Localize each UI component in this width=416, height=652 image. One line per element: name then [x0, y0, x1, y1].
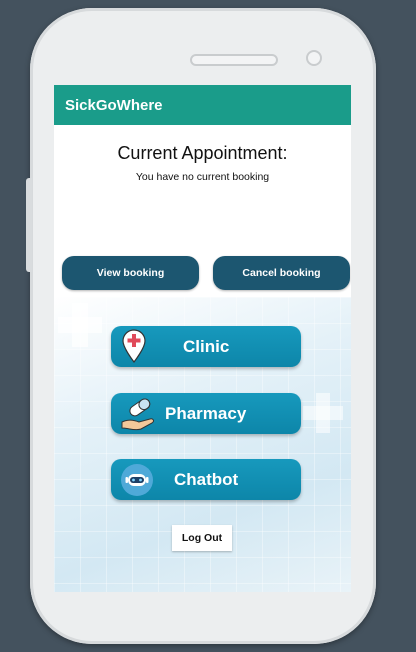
app-title: SickGoWhere	[65, 97, 163, 114]
clinic-label: Clinic	[183, 337, 230, 356]
decorative-cross-horizontal	[58, 317, 102, 333]
pharmacy-button[interactable]: Pharmacy	[111, 393, 301, 434]
phone-camera	[306, 50, 322, 66]
menu-background-panel: Clinic Pharmacy Chatbot Log Out	[54, 297, 351, 592]
app-screen: SickGoWhere Current Appointment: You hav…	[54, 85, 351, 592]
appointment-heading: Current Appointment:	[117, 143, 288, 163]
pharmacy-label: Pharmacy	[165, 404, 247, 423]
cancel-booking-button[interactable]: Cancel booking	[213, 256, 350, 290]
app-bar: SickGoWhere	[54, 85, 351, 125]
phone-speaker	[190, 54, 278, 66]
chatbot-button[interactable]: Chatbot	[111, 459, 301, 500]
clinic-button[interactable]: Clinic	[111, 326, 301, 367]
clinic-pin-icon	[121, 329, 147, 368]
chatbot-icon	[120, 463, 154, 502]
view-booking-button[interactable]: View booking	[62, 256, 199, 290]
chatbot-label: Chatbot	[174, 470, 239, 489]
phone-side-button	[26, 178, 32, 272]
pill-hand-icon	[119, 397, 159, 436]
appointment-status: You have no current booking	[135, 171, 270, 183]
log-out-button[interactable]: Log Out	[172, 525, 232, 551]
decorative-cross-horizontal	[303, 406, 343, 420]
